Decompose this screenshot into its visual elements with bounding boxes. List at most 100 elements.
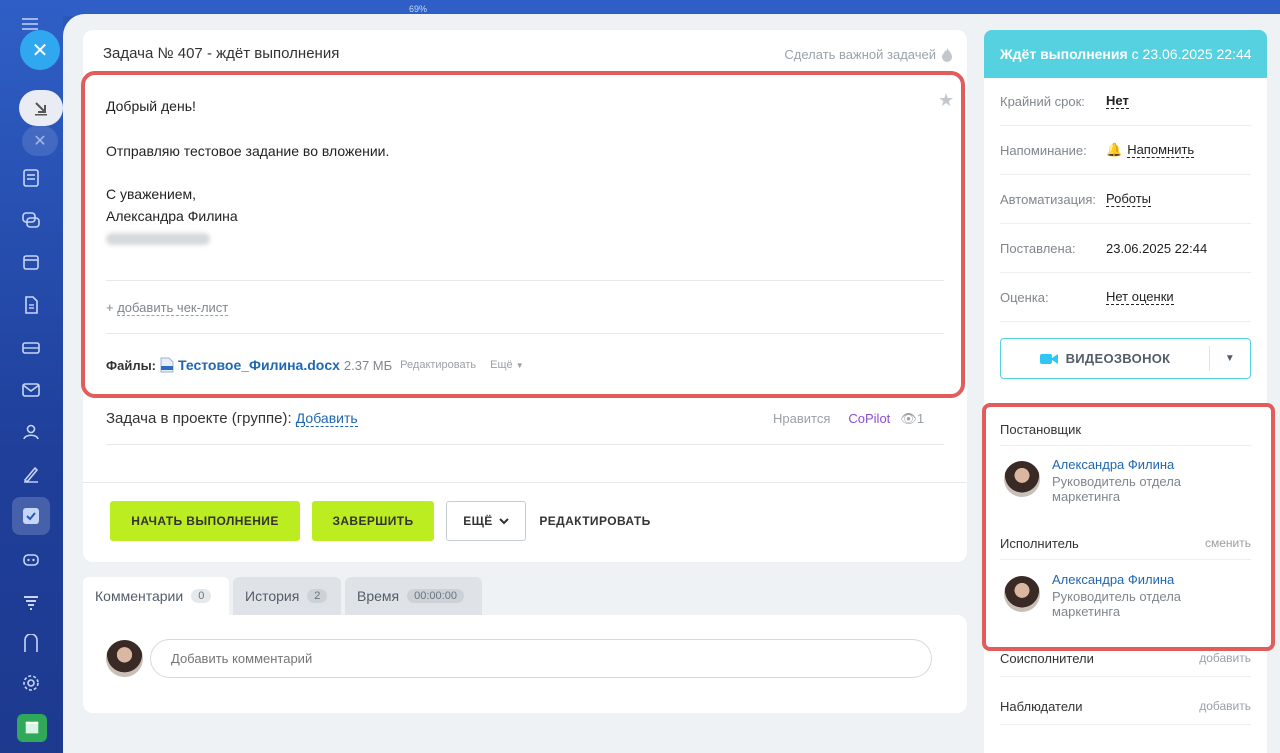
menu-icon[interactable] [22, 18, 38, 30]
automation-key: Автоматизация: [1000, 191, 1096, 207]
close-secondary-button[interactable]: ✕ [22, 126, 58, 156]
tab-label: Время [357, 588, 400, 604]
chevron-down-icon [499, 517, 509, 524]
make-important-label: Сделать важной задачей [784, 47, 936, 62]
tasks-icon [23, 508, 39, 524]
deadline-row: Крайний срок: Нет [1000, 77, 1251, 126]
rating-value[interactable]: Нет оценки [1106, 289, 1174, 305]
observers-heading: Наблюдатели добавить [1000, 699, 1251, 725]
divider [83, 482, 967, 483]
like-button[interactable]: Нравится [773, 411, 830, 427]
assignee-heading: Исполнитель сменить [1000, 536, 1251, 560]
calendar-icon[interactable] [19, 250, 43, 274]
video-call-main[interactable]: ВИДЕОЗВОНОК [1001, 346, 1210, 371]
project-row: Задача в проекте (группе): Добавить [106, 410, 358, 427]
copilot-button[interactable]: CoPilot [848, 411, 890, 427]
tab-time[interactable]: Время 00:00:00 [345, 577, 482, 615]
start-task-button[interactable]: НАЧАТЬ ВЫПОЛНЕНИЕ [110, 501, 300, 541]
settings-gear-icon[interactable] [19, 671, 43, 695]
more-actions-label: ЕЩЁ [463, 514, 493, 528]
reactions-row: Нравится CoPilot 👁1 [773, 411, 924, 427]
drive-icon[interactable] [19, 336, 43, 360]
close-slider-button[interactable]: ✕ [20, 30, 60, 70]
file-edit-link[interactable]: Редактировать [400, 359, 476, 371]
close-icon: ✕ [31, 39, 49, 62]
bell-icon: 🔔 [1106, 142, 1123, 157]
sign-icon[interactable] [19, 462, 43, 486]
make-important-button[interactable]: Сделать важной задачей [784, 47, 953, 62]
file-name-link[interactable]: Тестовое_Филина.docx [178, 357, 340, 373]
coexecutors-heading: Соисполнители добавить [1000, 651, 1251, 677]
description-line: Добрый день! [106, 98, 196, 114]
avatar [106, 640, 143, 677]
tab-comments[interactable]: Комментарии 0 [83, 577, 229, 615]
add-coexecutor-link[interactable]: добавить [1199, 651, 1251, 666]
created-value: 23.06.2025 22:44 [1106, 240, 1208, 256]
docx-file-icon [160, 357, 174, 373]
automation-row: Автоматизация: Роботы [1000, 175, 1251, 224]
creator-role: Руководитель отдела маркетинга [1052, 474, 1182, 504]
file-more-menu[interactable]: Ещё ▼ [490, 359, 524, 371]
divider [106, 333, 944, 334]
divider [106, 444, 944, 445]
comment-input[interactable] [150, 639, 932, 678]
description-line: Отправляю тестовое задание во вложении. [106, 143, 390, 159]
chat-icon[interactable] [19, 208, 43, 232]
feed-icon[interactable] [19, 166, 43, 190]
checklist-label: добавить чек-лист [117, 300, 229, 316]
contacts-icon[interactable] [19, 420, 43, 444]
reminder-value[interactable]: Напомнить [1127, 142, 1195, 158]
minimize-icon [35, 102, 47, 116]
market-app-icon[interactable] [17, 714, 47, 742]
add-checklist-link[interactable]: + добавить чек-лист [106, 300, 229, 316]
minimize-slider-button[interactable] [19, 90, 63, 126]
tab-count: 00:00:00 [407, 589, 464, 603]
docs-icon[interactable] [19, 293, 43, 317]
tab-count: 2 [307, 589, 328, 603]
assignee-role: Руководитель отдела маркетинга [1052, 589, 1182, 619]
file-size: 2.37 МБ [343, 357, 393, 373]
add-observer-link[interactable]: добавить [1199, 699, 1251, 714]
video-call-label: ВИДЕОЗВОНОК [1065, 351, 1171, 366]
tab-history[interactable]: История 2 [233, 577, 341, 615]
deadline-key: Крайний срок: [1000, 93, 1085, 109]
assignee-heading-label: Исполнитель [1000, 536, 1079, 551]
file-more-label: Ещё [490, 359, 513, 371]
mail-icon[interactable] [19, 378, 43, 402]
creator-name-link[interactable]: Александра Филина [1052, 457, 1174, 472]
video-call-dropdown[interactable]: ▼ [1210, 353, 1250, 364]
observers-label: Наблюдатели [1000, 699, 1083, 714]
robot-icon[interactable] [19, 547, 43, 571]
flame-icon [942, 48, 952, 62]
close-icon: ✕ [33, 133, 47, 150]
creator-heading-label: Постановщик [1000, 422, 1082, 437]
creator-heading: Постановщик [1000, 422, 1251, 446]
more-actions-button[interactable]: ЕЩЁ [446, 501, 526, 541]
views-count: 1 [916, 411, 925, 426]
project-add-link[interactable]: Добавить [295, 410, 358, 427]
chevron-down-icon: ▼ [1224, 353, 1236, 364]
edit-task-button[interactable]: РЕДАКТИРОВАТЬ [536, 501, 654, 541]
favorite-star-icon[interactable]: ★ [938, 90, 954, 111]
tab-label: История [245, 588, 300, 604]
avatar [1004, 461, 1040, 497]
attached-files: Файлы: Тестовое_Филина.docx 2.37 МБ Реда… [106, 357, 524, 373]
finish-task-button[interactable]: ЗАВЕРШИТЬ [312, 501, 434, 541]
files-label: Файлы: [106, 357, 157, 373]
reminder-key: Напоминание: [1000, 142, 1087, 158]
chevron-down-icon: ▼ [515, 361, 524, 370]
coexecutors-label: Соисполнители [1000, 651, 1094, 666]
project-label: Задача в проекте (группе): [106, 410, 292, 427]
automation-value[interactable]: Роботы [1106, 191, 1152, 207]
video-call-button[interactable]: ВИДЕОЗВОНОК ▼ [1000, 338, 1251, 379]
deadline-value[interactable]: Нет [1106, 93, 1129, 109]
checklist-plus: + [106, 300, 114, 315]
change-assignee-link[interactable]: сменить [1205, 536, 1251, 551]
assignee-name-link[interactable]: Александра Филина [1052, 572, 1174, 587]
funnel-icon[interactable] [19, 590, 43, 614]
task-title: Задача № 407 - ждёт выполнения [103, 45, 340, 62]
reports-icon[interactable] [19, 632, 43, 656]
rating-key: Оценка: [1000, 289, 1049, 305]
rating-row: Оценка: Нет оценки [1000, 273, 1251, 322]
tasks-nav-active[interactable] [12, 497, 50, 535]
